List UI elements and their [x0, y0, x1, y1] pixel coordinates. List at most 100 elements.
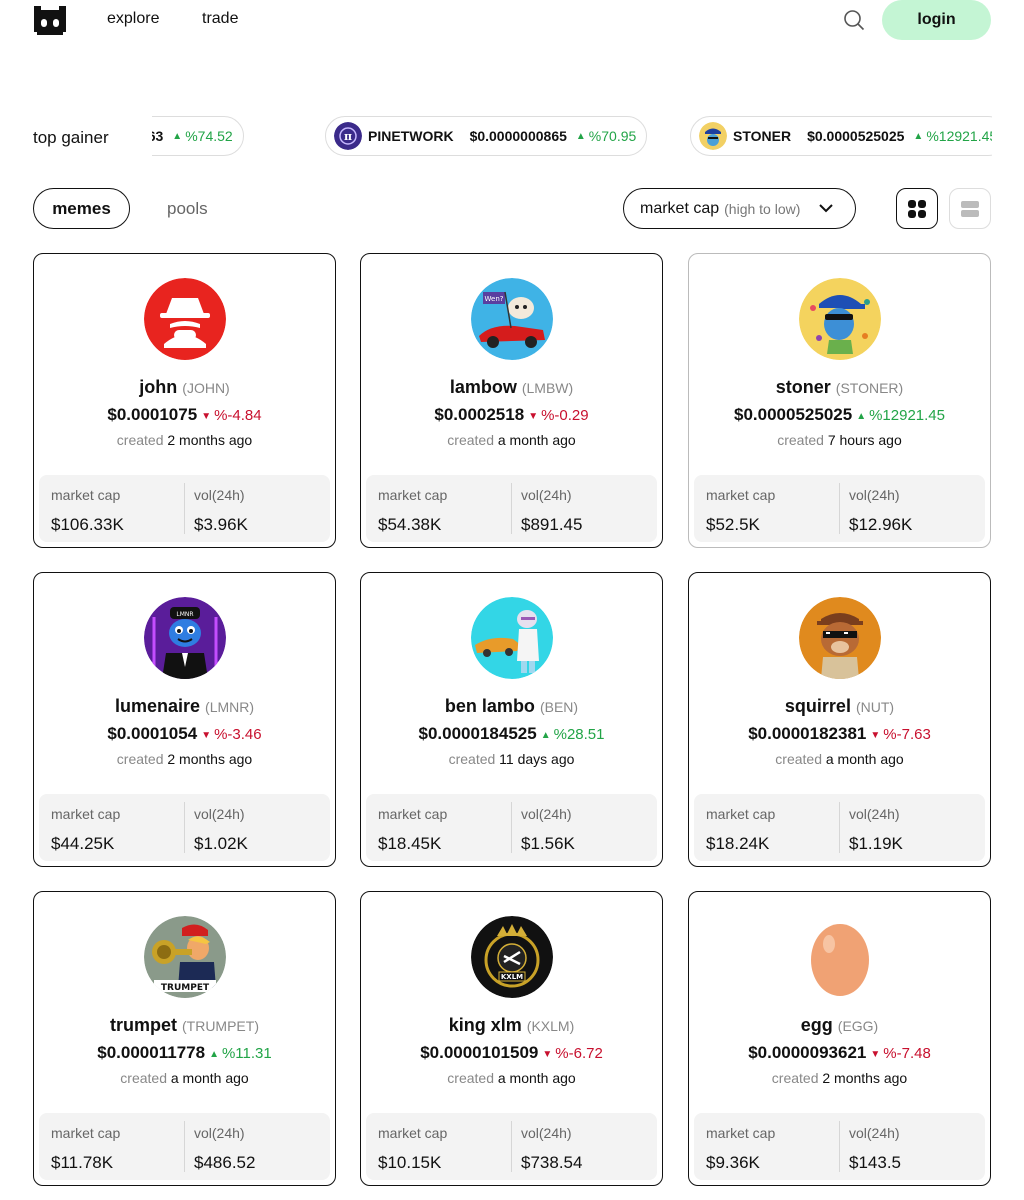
- coin-title: trumpet (TRUMPET): [34, 1015, 335, 1036]
- created-age: 2 months ago: [167, 751, 253, 767]
- coin-price: $0.0000184525: [418, 724, 537, 743]
- volume-label: vol(24h): [194, 487, 245, 503]
- stoner-avatar: [799, 278, 881, 360]
- coin-card-egg[interactable]: egg (EGG) $0.0000093621 ▼ %-7.48 created 2…: [688, 891, 991, 1186]
- stat-divider: [839, 1121, 840, 1172]
- coin-card-squirrel[interactable]: squirrel (NUT) $0.0000182381 ▼ %-7.63 crea…: [688, 572, 991, 867]
- ticker-item[interactable]: STONER $0.0000525025 ▲ %12921.45: [690, 116, 992, 156]
- volume-value: $486.52: [194, 1153, 256, 1172]
- volume-value: $891.45: [521, 515, 583, 534]
- chevron-down-icon: [819, 201, 833, 215]
- down-arrow-icon: ▼: [870, 1049, 881, 1060]
- list-view-icon: [961, 200, 979, 217]
- market-cap-label: market cap: [378, 1125, 448, 1141]
- volume-label: vol(24h): [521, 487, 572, 503]
- coin-created: created a month ago: [34, 1070, 335, 1086]
- coin-ticker: (LMBW): [521, 380, 574, 396]
- grid-view-button[interactable]: [896, 188, 938, 229]
- coin-stats: market cap $44.25K vol(24h) $1.02K: [39, 794, 330, 861]
- volume-label: vol(24h): [521, 1125, 572, 1141]
- down-arrow-icon: ▼: [528, 411, 539, 422]
- coin-ticker: (TRUMPET): [182, 1018, 259, 1034]
- coin-price: $0.0000182381: [748, 724, 867, 743]
- created-age: 11 days ago: [499, 751, 575, 767]
- created-prefix: created: [771, 1070, 819, 1086]
- stat-divider: [184, 802, 185, 853]
- created-age: a month ago: [170, 1070, 249, 1086]
- market-cap-value: $18.45K: [378, 834, 442, 853]
- coin-name: lambow: [449, 377, 517, 397]
- market-cap-value: $106.33K: [51, 515, 124, 534]
- ticker-item[interactable]: π PINETWORK $0.0000000865 ▲ %70.95: [325, 116, 648, 156]
- coin-created: created 11 days ago: [361, 751, 662, 767]
- market-cap-value: $44.25K: [51, 834, 115, 853]
- nav-trade[interactable]: trade: [202, 10, 238, 28]
- ticker-name: STONER: [733, 128, 792, 144]
- stat-divider: [184, 483, 185, 534]
- wen-sign-text: Wen?: [485, 295, 504, 303]
- volume-label: vol(24h): [849, 487, 900, 503]
- coin-change: %28.51: [553, 726, 605, 743]
- volume-value: $1.19K: [849, 834, 903, 853]
- coin-ticker: (STONER): [835, 380, 904, 396]
- volume-label: vol(24h): [849, 806, 900, 822]
- coin-created: created 7 hours ago: [689, 432, 990, 448]
- list-view-button[interactable]: [949, 188, 991, 229]
- tab-memes[interactable]: memes: [33, 188, 130, 229]
- market-cap-value: $18.24K: [706, 834, 770, 853]
- coin-card-lambow[interactable]: Wen? lambow (LMBW) $0.0002518 ▼ %-0.29 cre…: [360, 253, 663, 548]
- down-arrow-icon: ▼: [542, 1049, 553, 1060]
- coin-price-row: $0.0000182381 ▼ %-7.63: [689, 724, 990, 744]
- up-arrow-icon: ▲: [209, 1049, 219, 1060]
- trumpet-avatar: TRUMPET: [144, 916, 226, 998]
- coin-card-ben-lambo[interactable]: ben lambo (BEN) $0.0000184525 ▲ %28.51 cre…: [360, 572, 663, 867]
- sort-dropdown[interactable]: market cap (high to low): [623, 188, 856, 229]
- ticker-item[interactable]: 00000363 ▲%74.52: [152, 116, 244, 156]
- coin-title: john (JOHN): [34, 377, 335, 398]
- search-icon[interactable]: [842, 8, 866, 32]
- market-cap-value: $54.38K: [378, 515, 442, 534]
- kxlm-badge-text: KXLM: [501, 973, 523, 981]
- down-arrow-icon: ▼: [201, 730, 212, 741]
- created-age: 7 hours ago: [827, 432, 902, 448]
- cat-logo-icon[interactable]: [33, 4, 67, 36]
- sort-sub-label: (high to low): [724, 200, 801, 217]
- coin-stats: market cap $18.45K vol(24h) $1.56K: [366, 794, 657, 861]
- coin-name: egg: [800, 1015, 833, 1035]
- nav-explore[interactable]: explore: [107, 10, 159, 28]
- volume-value: $1.02K: [194, 834, 248, 853]
- created-age: a month ago: [497, 1070, 576, 1086]
- stat-divider: [184, 1121, 185, 1172]
- volume-value: $1.56K: [521, 834, 575, 853]
- squirrel-avatar: [799, 597, 881, 679]
- tab-pools[interactable]: pools: [167, 199, 208, 219]
- ticker-change: %12921.45: [926, 128, 992, 144]
- coin-card-lumenaire[interactable]: LMNR lumenaire (LMNR) $0.0001054 ▼ %-3.46 …: [33, 572, 336, 867]
- up-arrow-icon: ▲: [540, 730, 551, 741]
- up-arrow-icon: ▲: [913, 130, 924, 142]
- pinetwork-avatar: π: [334, 122, 362, 150]
- coin-card-trumpet[interactable]: TRUMPET trumpet (TRUMPET) $0.000011778 ▲%…: [33, 891, 336, 1186]
- coin-price: $0.0001054: [107, 724, 198, 743]
- coin-card-stoner[interactable]: stoner (STONER) $0.0000525025 ▲ %12921.45 …: [688, 253, 991, 548]
- volume-label: vol(24h): [194, 1125, 245, 1141]
- market-cap-value: $11.78K: [51, 1153, 114, 1172]
- login-button[interactable]: login: [882, 0, 991, 40]
- market-cap-label: market cap: [706, 487, 776, 503]
- coin-card-king-xlm[interactable]: KXLM king xlm (KXLM) $0.0000101509 ▼ %-6.7…: [360, 891, 663, 1186]
- created-prefix: created: [116, 432, 164, 448]
- coin-stats: market cap $11.78K vol(24h) $486.52: [39, 1113, 330, 1180]
- volume-label: vol(24h): [849, 1125, 900, 1141]
- ticker-name: PINETWORK: [368, 128, 454, 144]
- coin-name: john: [139, 377, 178, 397]
- volume-label: vol(24h): [521, 806, 572, 822]
- ticker-price: $0.0000000865: [469, 128, 567, 144]
- down-arrow-icon: ▼: [201, 411, 212, 422]
- market-cap-label: market cap: [378, 487, 448, 503]
- coin-name: ben lambo: [444, 696, 535, 716]
- coin-card-john[interactable]: john (JOHN) $0.0001075 ▼ %-4.84 created 2 …: [33, 253, 336, 548]
- created-age: a month ago: [825, 751, 904, 767]
- market-cap-label: market cap: [706, 806, 776, 822]
- stat-divider: [511, 1121, 512, 1172]
- coin-created: created a month ago: [689, 751, 990, 767]
